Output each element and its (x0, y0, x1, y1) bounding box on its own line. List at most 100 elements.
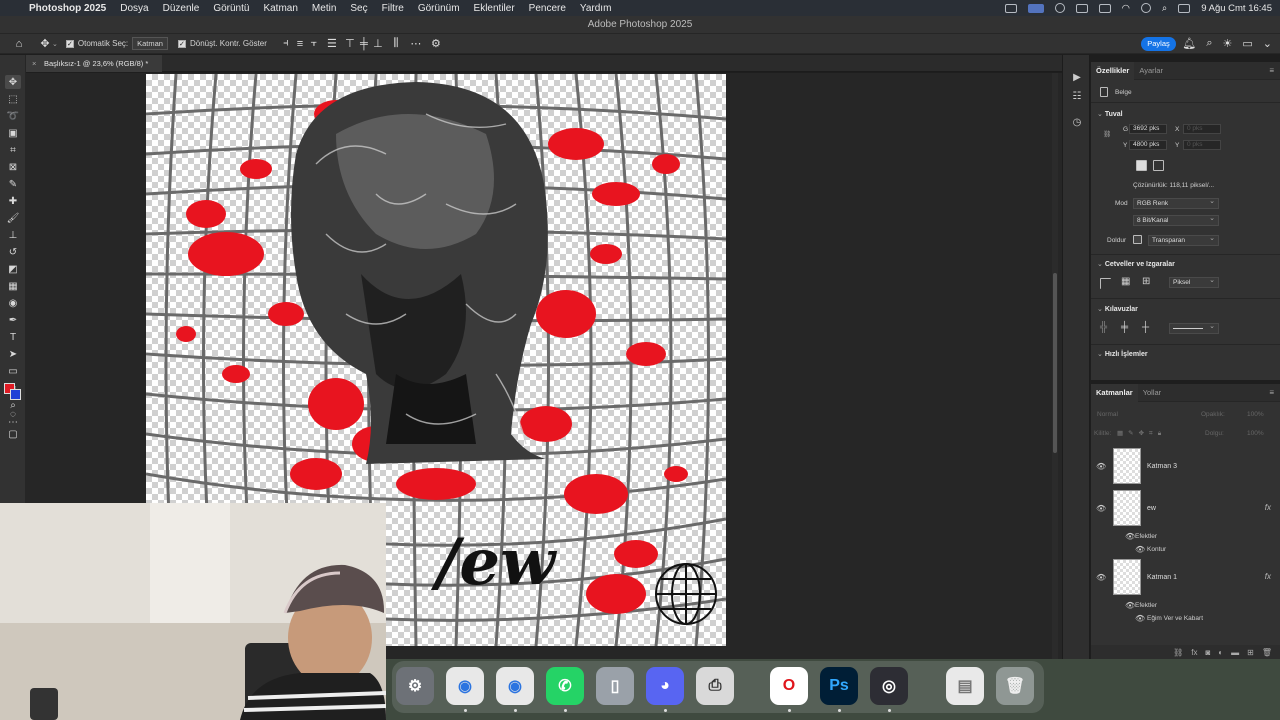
quick-mask-icon[interactable]: ◌ (5, 407, 21, 421)
effects-label[interactable]: Efektler (1135, 533, 1157, 540)
search-icon[interactable]: ⌕ (1162, 3, 1167, 14)
layer-name[interactable]: Katman 1 (1147, 574, 1177, 581)
trash-icon[interactable]: 🗑︎ (996, 667, 1034, 705)
search-app-icon[interactable]: ⌕ (1206, 37, 1212, 50)
frame-tool-icon[interactable]: ⊠ (5, 160, 21, 174)
align-middle-icon[interactable]: ╪ (357, 37, 371, 51)
focus-icon[interactable] (1054, 3, 1065, 13)
effects-eye-icon[interactable]: 👁︎ (1125, 532, 1135, 541)
effect-stroke[interactable]: Kontur (1147, 546, 1166, 553)
align-bottom-icon[interactable]: ⊥ (371, 37, 385, 51)
healing-brush-icon[interactable]: ✚ (5, 194, 21, 208)
share-button[interactable]: Paylaş (1141, 37, 1176, 51)
discord-icon[interactable]: ◕ (646, 667, 684, 705)
lasso-tool-icon[interactable]: ➰ (5, 109, 21, 123)
bell-icon[interactable]: 🔔︎ (1182, 37, 1196, 50)
menu-plugins[interactable]: Eklentiler (467, 3, 522, 14)
opera-icon[interactable]: O (770, 667, 808, 705)
auto-select-dropdown[interactable]: Katman (132, 37, 168, 50)
collapse-icon[interactable]: ⌄ (1263, 37, 1272, 50)
eraser-tool-icon[interactable]: ◩ (5, 262, 21, 276)
layer-row[interactable]: 👁︎ Katman 1 fx (1091, 559, 1271, 599)
printer-icon[interactable]: ⎙ (696, 667, 734, 705)
background-color-swatch[interactable] (10, 389, 21, 400)
guide-style-dropdown[interactable] (1169, 322, 1219, 334)
tool-preset-chevron-icon[interactable]: ⌄ (52, 40, 58, 48)
workspace-icon[interactable]: ▭ (1242, 37, 1252, 50)
fill-opacity-value[interactable]: 100% (1247, 430, 1264, 437)
guide-lock-icon[interactable]: ╬ (1100, 322, 1107, 333)
battery-icon[interactable] (1075, 3, 1088, 13)
move-tool-icon[interactable]: ✥ (5, 75, 21, 89)
canvas-section-header[interactable]: Tuval (1097, 110, 1123, 118)
new-layer-icon[interactable]: ⊞ (1247, 648, 1254, 657)
width-field[interactable]: 3692 pks (1129, 124, 1167, 134)
document-tab[interactable]: × Başlıksız-1 @ 23,6% (RGB/8) * (26, 55, 163, 72)
menu-help[interactable]: Yardım (573, 3, 619, 14)
fx-icon[interactable]: fx (1191, 648, 1197, 657)
pixel-grid-icon[interactable]: ⊞ (1142, 276, 1150, 287)
brush-tool-icon[interactable]: 🖌︎ (5, 211, 21, 225)
iphone-mirroring-icon[interactable]: ▯ (596, 667, 634, 705)
align-top-icon[interactable]: ⊤ (343, 37, 357, 51)
guide-add-icon[interactable]: ╪ (1121, 322, 1128, 333)
guide-layout-icon[interactable]: ┼ (1142, 322, 1149, 333)
history-icon[interactable]: ◷ (1070, 115, 1084, 129)
close-icon[interactable]: × (32, 55, 36, 72)
distribute-v-icon[interactable]: ⫼ (389, 37, 403, 51)
menu-image[interactable]: Görüntü (206, 3, 256, 14)
screen-record-icon[interactable] (1004, 3, 1017, 13)
chrome-icon[interactable]: ◉ (446, 667, 484, 705)
tab-adjustments[interactable]: Ayarlar (1134, 62, 1168, 80)
height-field[interactable]: 4800 pks (1129, 140, 1167, 150)
visibility-eye-icon[interactable]: 👁︎ (1096, 504, 1106, 513)
group-icon[interactable]: ▬ (1231, 648, 1239, 657)
landscape-orientation-icon[interactable] (1153, 160, 1164, 171)
panel-menu-icon[interactable]: ≡ (1269, 66, 1274, 75)
layer-row[interactable]: 👁︎ ew fx (1091, 490, 1271, 530)
tab-properties[interactable]: Özellikler (1091, 61, 1135, 80)
type-tool-icon[interactable]: T (5, 330, 21, 344)
play-icon[interactable]: ▶ (1070, 70, 1084, 84)
path-select-icon[interactable]: ➤ (5, 347, 21, 361)
shape-tool-icon[interactable]: ▭ (5, 364, 21, 378)
align-left-icon[interactable]: ⫞ (279, 37, 293, 51)
ruler-unit-dropdown[interactable]: Piksel (1169, 276, 1219, 288)
mode-dropdown[interactable]: RGB Renk (1133, 197, 1219, 209)
crop-tool-icon[interactable]: ⌗ (5, 143, 21, 157)
visibility-eye-icon[interactable]: 👁︎ (1096, 573, 1106, 582)
eyedropper-tool-icon[interactable]: ✎ (5, 177, 21, 191)
grid-icon[interactable]: ▦ (1121, 276, 1130, 287)
system-settings-icon[interactable]: ⚙ (396, 667, 434, 705)
screen-mode-icon[interactable]: ▢ (5, 427, 21, 441)
align-right-icon[interactable]: ⫟ (307, 37, 321, 51)
menu-edit[interactable]: Düzenle (156, 3, 207, 14)
fill-swatch[interactable] (1133, 235, 1142, 244)
bit-depth-dropdown[interactable]: 8 Bit/Kanal (1133, 214, 1219, 226)
menubar-datetime[interactable]: 9 Ağu Cmt 16:45 (1201, 3, 1272, 14)
menu-select[interactable]: Seç (343, 3, 374, 14)
guides-section-header[interactable]: Kılavuzlar (1097, 305, 1138, 313)
effects-label[interactable]: Efektler (1135, 602, 1157, 609)
obs-icon[interactable]: ◎ (870, 667, 908, 705)
canvas-vertical-scrollbar[interactable] (1052, 73, 1058, 659)
auto-select-checkbox[interactable]: ✓ (65, 39, 74, 48)
gear-icon[interactable]: ⚙ (429, 37, 443, 51)
transform-controls-checkbox[interactable]: ✓ (177, 39, 186, 48)
fill-dropdown[interactable]: Transparan (1148, 234, 1219, 246)
menu-layer[interactable]: Katman (256, 3, 304, 14)
delete-layer-icon[interactable]: 🗑︎ (1262, 648, 1272, 657)
align-center-h-icon[interactable]: ≡ (293, 37, 307, 51)
layer-name[interactable]: ew (1147, 505, 1156, 512)
effect-eye-icon[interactable]: 👁︎ (1135, 614, 1145, 623)
adjustment-icon[interactable]: ◐ (1218, 648, 1223, 657)
blend-mode-dropdown[interactable]: Normal (1097, 411, 1118, 418)
effects-eye-icon[interactable]: 👁︎ (1125, 601, 1135, 610)
y-field[interactable]: 0 pks (1183, 140, 1221, 150)
menu-app-name[interactable]: Photoshop 2025 (22, 3, 113, 14)
wifi-icon[interactable]: ◠ (1122, 3, 1130, 14)
ruler-icon[interactable] (1100, 278, 1111, 289)
tab-layers[interactable]: Katmanlar (1091, 383, 1138, 402)
history-brush-icon[interactable]: ↺ (5, 245, 21, 259)
menu-file[interactable]: Dosya (113, 3, 155, 14)
